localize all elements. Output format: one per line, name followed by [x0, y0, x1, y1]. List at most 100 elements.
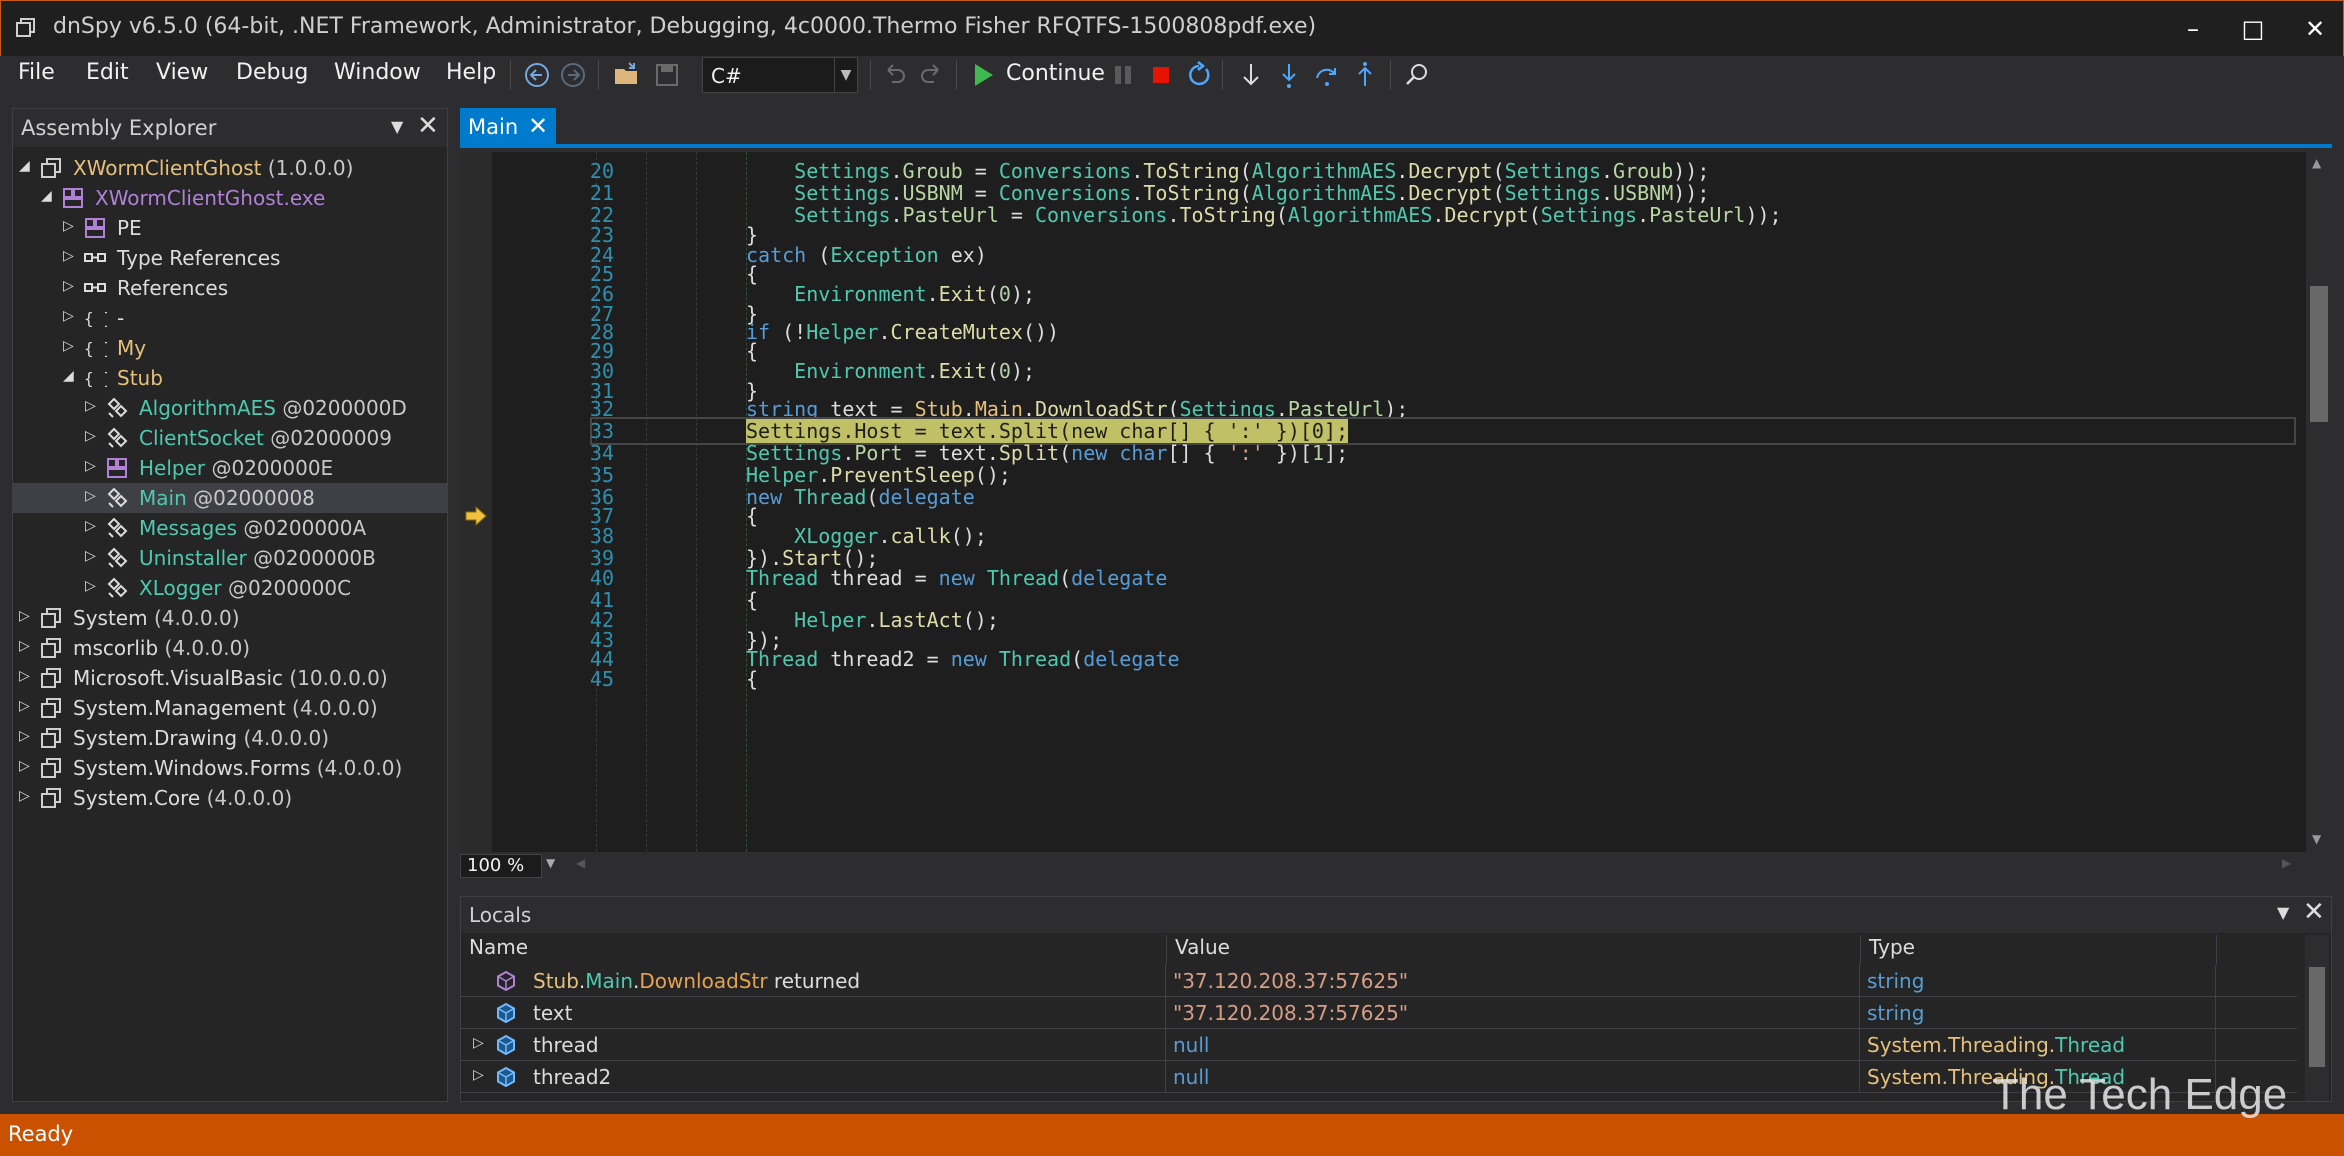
scroll-right-icon[interactable]: ▶ — [2282, 856, 2291, 870]
step-out-icon[interactable] — [1350, 60, 1380, 90]
step-over-icon[interactable] — [1312, 60, 1342, 90]
tree-node[interactable]: ▷ System.Core (4.0.0.0) — [13, 783, 447, 813]
column-header-type[interactable]: Type — [1861, 935, 2217, 965]
expand-arrow-icon[interactable]: ▷ — [19, 608, 35, 626]
close-icon[interactable]: ✕ — [528, 112, 548, 140]
stop-icon[interactable] — [1146, 60, 1176, 90]
tree-node[interactable]: ▷ References — [13, 273, 447, 303]
expand-arrow-icon[interactable]: ▷ — [85, 578, 101, 596]
language-select[interactable]: C# ▼ — [702, 57, 858, 93]
pause-icon[interactable] — [1108, 60, 1138, 90]
maximize-button[interactable]: □ — [2233, 11, 2273, 47]
minimize-button[interactable]: – — [2173, 11, 2213, 47]
collapse-arrow-icon[interactable]: ◢ — [19, 158, 35, 176]
tree-node[interactable]: ▷ XLogger @0200000C — [13, 573, 447, 603]
expand-arrow-icon[interactable]: ▷ — [63, 218, 79, 236]
zoom-level-select[interactable]: 100 % — [460, 854, 542, 878]
expand-arrow-icon[interactable]: ▷ — [63, 278, 79, 296]
locals-vertical-scrollbar[interactable] — [2305, 935, 2329, 1101]
navigate-forward-icon[interactable] — [558, 60, 588, 90]
close-button[interactable]: ✕ — [2295, 11, 2335, 47]
expand-arrow-icon[interactable]: ▷ — [85, 518, 101, 536]
code-line[interactable]: 45 { — [460, 667, 2300, 693]
tree-node[interactable]: ▷ { }- — [13, 303, 447, 333]
tree-node[interactable]: ▷ System.Management (4.0.0.0) — [13, 693, 447, 723]
menu-window[interactable]: Window — [334, 60, 421, 85]
close-icon[interactable]: ✕ — [2303, 897, 2325, 927]
locals-row[interactable]: text "37.120.208.37:57625" string — [461, 997, 2297, 1029]
editor-vertical-scrollbar[interactable]: ▲ ▼ — [2306, 152, 2332, 852]
tree-node[interactable]: ▷ Helper @0200000E — [13, 453, 447, 483]
scroll-up-icon[interactable]: ▲ — [2312, 156, 2321, 170]
menu-view[interactable]: View — [156, 60, 208, 85]
tree-node[interactable]: ▷ AlgorithmAES @0200000D — [13, 393, 447, 423]
expand-arrow-icon[interactable]: ▷ — [85, 398, 101, 416]
local-value[interactable]: "37.120.208.37:57625" — [1173, 969, 1408, 993]
column-header-name[interactable]: Name — [461, 935, 1167, 965]
expand-arrow-icon[interactable]: ▷ — [473, 1035, 484, 1051]
local-value[interactable]: null — [1173, 1033, 1209, 1057]
expand-arrow-icon[interactable]: ▷ — [85, 428, 101, 446]
scroll-down-icon[interactable]: ▼ — [2312, 832, 2321, 846]
expand-arrow-icon[interactable]: ▷ — [19, 638, 35, 656]
collapse-arrow-icon[interactable]: ◢ — [63, 368, 79, 386]
scrollbar-thumb[interactable] — [2310, 286, 2328, 422]
continue-button[interactable]: Continue — [1006, 61, 1105, 86]
local-value[interactable]: null — [1173, 1065, 1209, 1089]
tree-node[interactable]: ▷ System.Windows.Forms (4.0.0.0) — [13, 753, 447, 783]
panel-menu-icon[interactable]: ▼ — [391, 117, 403, 136]
tree-node[interactable]: ◢ { } Stub — [13, 363, 447, 393]
menu-debug[interactable]: Debug — [236, 60, 308, 85]
tree-node[interactable]: ▷ mscorlib (4.0.0.0) — [13, 633, 447, 663]
tree-node[interactable]: ▷ Main @02000008 — [13, 483, 447, 513]
tree-node[interactable]: ▷ Type References — [13, 243, 447, 273]
tree-node[interactable]: ▷ Messages @0200000A — [13, 513, 447, 543]
tree-node[interactable]: ◢ XWormClientGhost (1.0.0.0) — [13, 153, 447, 183]
tab-main[interactable]: Main ✕ — [460, 108, 556, 148]
tree-node[interactable]: ▷ PE — [13, 213, 447, 243]
expand-arrow-icon[interactable]: ▷ — [63, 308, 79, 326]
search-icon[interactable] — [1402, 60, 1432, 90]
restart-icon[interactable] — [1184, 60, 1214, 90]
expand-arrow-icon[interactable]: ▷ — [473, 1067, 484, 1083]
tree-node[interactable]: ▷ { } My — [13, 333, 447, 363]
navigate-back-icon[interactable] — [522, 60, 552, 90]
expand-arrow-icon[interactable]: ▷ — [85, 488, 101, 506]
chevron-down-icon[interactable]: ▼ — [546, 856, 555, 870]
tree-node[interactable]: ◢ XWormClientGhost.exe — [13, 183, 447, 213]
show-next-statement-icon[interactable] — [1236, 60, 1266, 90]
open-folder-icon[interactable] — [612, 60, 642, 90]
close-icon[interactable]: ✕ — [417, 111, 439, 141]
expand-arrow-icon[interactable]: ▷ — [85, 458, 101, 476]
local-value[interactable]: "37.120.208.37:57625" — [1173, 1001, 1408, 1025]
tree-node[interactable]: ▷ System.Drawing (4.0.0.0) — [13, 723, 447, 753]
expand-arrow-icon[interactable]: ▷ — [19, 788, 35, 806]
redo-icon[interactable] — [916, 60, 946, 90]
expand-arrow-icon[interactable]: ▷ — [85, 548, 101, 566]
column-header-value[interactable]: Value — [1167, 935, 1861, 965]
tree-node[interactable]: ▷ ClientSocket @02000009 — [13, 423, 447, 453]
panel-menu-icon[interactable]: ▼ — [2277, 903, 2289, 922]
locals-row[interactable]: ▷ thread null System.Threading.Thread — [461, 1029, 2297, 1061]
expand-arrow-icon[interactable]: ▷ — [19, 728, 35, 746]
expand-arrow-icon[interactable]: ▷ — [19, 668, 35, 686]
expand-arrow-icon[interactable]: ▷ — [63, 338, 79, 356]
locals-row[interactable]: Stub.Main.DownloadStr returned "37.120.20… — [461, 965, 2297, 997]
menu-edit[interactable]: Edit — [86, 60, 129, 85]
scrollbar-thumb[interactable] — [2309, 967, 2325, 1067]
expand-arrow-icon[interactable]: ▷ — [63, 248, 79, 266]
expand-arrow-icon[interactable]: ▷ — [19, 758, 35, 776]
menu-file[interactable]: File — [18, 60, 55, 85]
tree-node[interactable]: ▷ Uninstaller @0200000B — [13, 543, 447, 573]
collapse-arrow-icon[interactable]: ◢ — [41, 188, 57, 206]
undo-icon[interactable] — [880, 60, 910, 90]
save-icon[interactable] — [652, 60, 682, 90]
tree-node[interactable]: ▷ System (4.0.0.0) — [13, 603, 447, 633]
continue-icon[interactable] — [968, 60, 998, 90]
tree-node[interactable]: ▷ Microsoft.VisualBasic (10.0.0.0) — [13, 663, 447, 693]
expand-arrow-icon[interactable]: ▷ — [19, 698, 35, 716]
code-editor[interactable]: 20 Settings.Groub = Conversions.ToString… — [460, 152, 2332, 852]
scroll-left-icon[interactable]: ◀ — [576, 856, 585, 870]
menu-help[interactable]: Help — [446, 60, 496, 85]
step-into-icon[interactable] — [1274, 60, 1304, 90]
